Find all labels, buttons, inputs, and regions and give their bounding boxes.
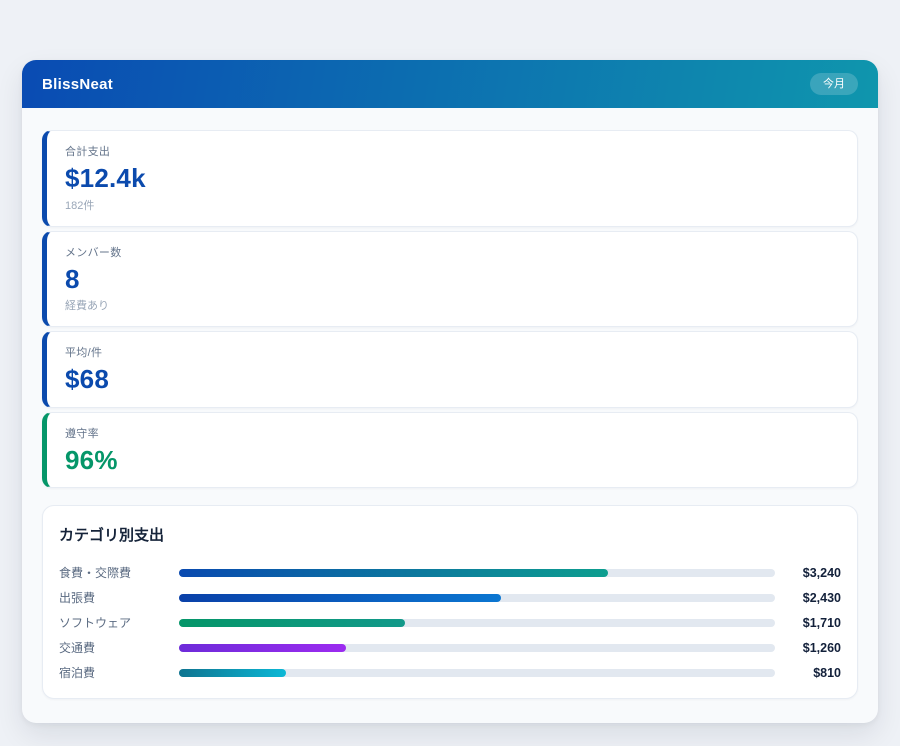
- bar-fill: [179, 569, 608, 577]
- category-row: ソフトウェア $1,710: [59, 610, 841, 635]
- category-section-title: カテゴリ別支出: [59, 524, 841, 545]
- category-value: $1,260: [775, 641, 841, 655]
- category-breakdown-card: カテゴリ別支出 食費・交際費 $3,240 出張費 $2,430 ソフトウェア …: [42, 505, 858, 699]
- category-label: 食費・交際費: [59, 564, 179, 581]
- bar-track: [179, 669, 775, 677]
- bar-track: [179, 594, 775, 602]
- stat-subtext: 182件: [65, 197, 839, 213]
- category-row: 出張費 $2,430: [59, 585, 841, 610]
- category-label: ソフトウェア: [59, 614, 179, 631]
- category-value: $3,240: [775, 566, 841, 580]
- bar-fill: [179, 594, 501, 602]
- stat-card-member-count: メンバー数 8 経費あり: [42, 231, 858, 328]
- category-label: 出張費: [59, 589, 179, 606]
- category-value: $1,710: [775, 616, 841, 630]
- category-value: $810: [775, 666, 841, 680]
- category-row: 宿泊費 $810: [59, 660, 841, 685]
- stat-label: 平均/件: [65, 344, 839, 360]
- stat-value: $68: [65, 365, 839, 394]
- category-value: $2,430: [775, 591, 841, 605]
- stat-value: $12.4k: [65, 164, 839, 193]
- bar-fill: [179, 669, 286, 677]
- app-title: BlissNeat: [42, 76, 113, 93]
- app-header: BlissNeat 今月: [22, 60, 878, 108]
- period-badge[interactable]: 今月: [810, 73, 858, 95]
- stat-card-compliance-rate: 遵守率 96%: [42, 412, 858, 489]
- bar-track: [179, 569, 775, 577]
- stat-value: 8: [65, 265, 839, 294]
- category-label: 宿泊費: [59, 664, 179, 681]
- category-label: 交通費: [59, 639, 179, 656]
- dashboard-panel: BlissNeat 今月 合計支出 $12.4k 182件 メンバー数 8 経費…: [22, 60, 878, 723]
- stat-value: 96%: [65, 446, 839, 475]
- bar-fill: [179, 619, 405, 627]
- category-row: 食費・交際費 $3,240: [59, 560, 841, 585]
- stat-subtext: 経費あり: [65, 297, 839, 313]
- stat-card-average-per-item: 平均/件 $68: [42, 331, 858, 408]
- bar-fill: [179, 644, 346, 652]
- stat-label: 遵守率: [65, 425, 839, 441]
- category-row: 交通費 $1,260: [59, 635, 841, 660]
- bar-track: [179, 619, 775, 627]
- stat-label: メンバー数: [65, 244, 839, 260]
- stat-card-total-spend: 合計支出 $12.4k 182件: [42, 130, 858, 227]
- stat-label: 合計支出: [65, 143, 839, 159]
- dashboard-content: 合計支出 $12.4k 182件 メンバー数 8 経費あり 平均/件 $68 遵…: [22, 108, 878, 723]
- bar-track: [179, 644, 775, 652]
